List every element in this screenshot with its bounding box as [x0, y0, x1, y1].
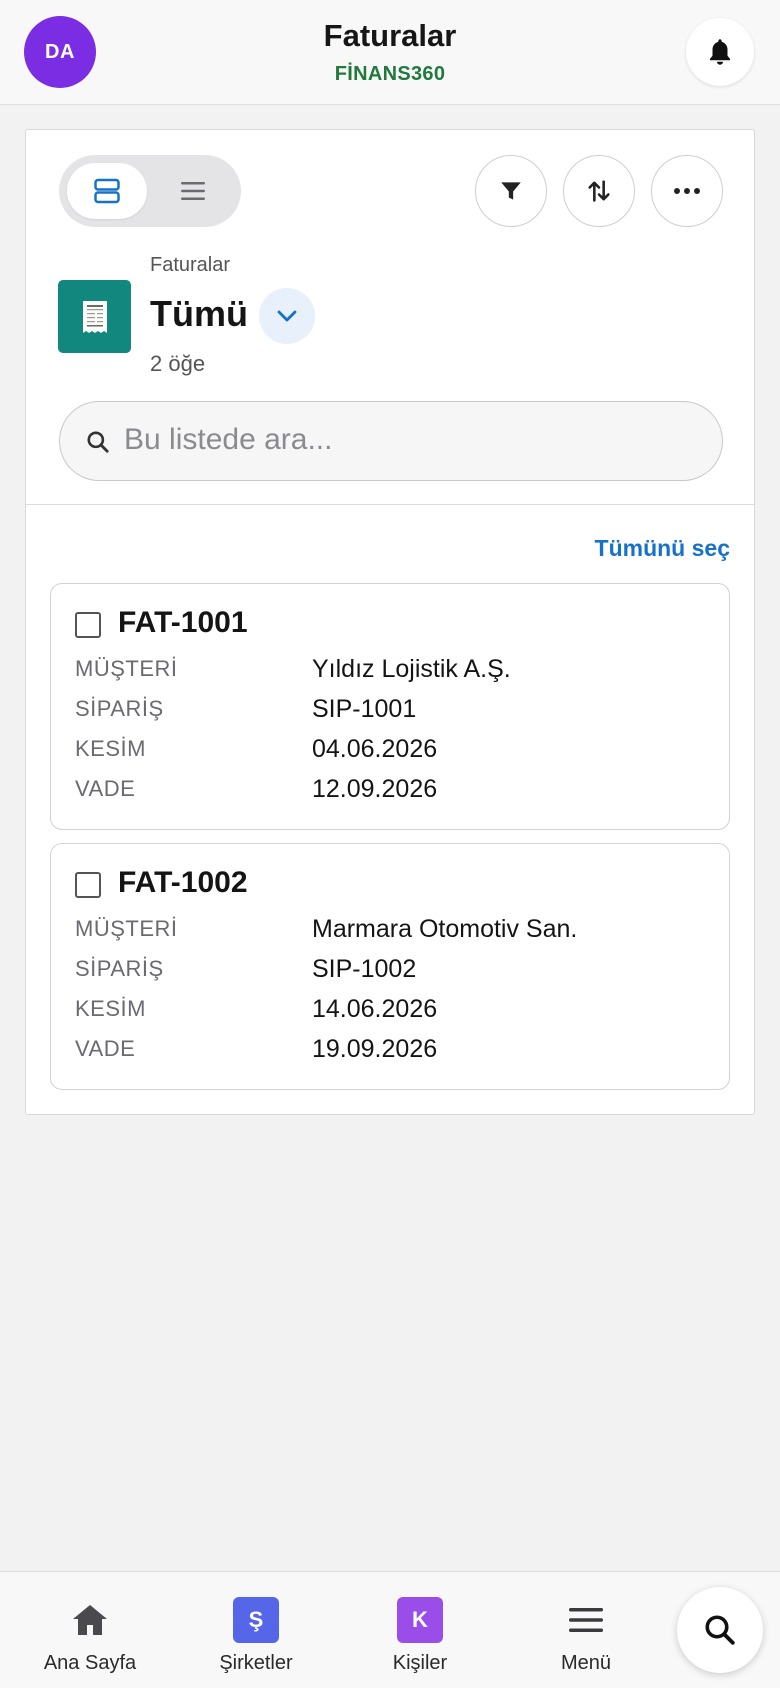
- customer-label: MÜŞTERİ: [75, 656, 178, 681]
- app-header: DA Faturalar FİNANS360: [0, 0, 780, 105]
- nav-label: Menü: [560, 1652, 612, 1674]
- search-box: [59, 401, 723, 481]
- page-title: Faturalar: [323, 18, 457, 53]
- search-icon: [705, 1615, 735, 1645]
- issue-date-value: 14.06.2026: [312, 995, 438, 1023]
- invoice-number: FAT-1001: [118, 606, 248, 639]
- search-input[interactable]: [124, 402, 704, 478]
- due-date-label: VADE: [75, 1036, 136, 1061]
- due-date-value: 19.09.2026: [312, 1035, 438, 1063]
- nav-label: Ana Sayfa: [43, 1652, 137, 1674]
- list-icon: [58, 280, 131, 353]
- view-mode-toggle: [59, 155, 241, 227]
- contacts-icon: K: [397, 1597, 443, 1643]
- invoice-number: FAT-1002: [118, 866, 248, 899]
- home-icon: [73, 1605, 107, 1635]
- issue-date-label: KESİM: [75, 736, 146, 761]
- filter-button[interactable]: [475, 155, 547, 227]
- app-brand: FİNANS360: [334, 63, 446, 85]
- customer-value: Marmara Otomotiv San.: [312, 915, 578, 943]
- nav-label: Kişiler: [392, 1652, 448, 1674]
- chevron-down-icon: [277, 310, 297, 322]
- more-options-button[interactable]: [651, 155, 723, 227]
- bottom-navigation: Ana Sayfa Ş Şirketler K Kişiler Menü: [0, 1571, 780, 1688]
- order-value: SIP-1001: [312, 695, 417, 723]
- list-caption: Faturalar: [150, 254, 231, 276]
- list-view-dropdown[interactable]: [259, 288, 315, 344]
- due-date-label: VADE: [75, 776, 136, 801]
- sort-icon: [588, 180, 610, 202]
- nav-contacts[interactable]: K Kişiler: [340, 1572, 500, 1688]
- order-label: SİPARİŞ: [75, 956, 164, 981]
- search-icon: [87, 431, 109, 453]
- customer-value: Yıldız Lojistik A.Ş.: [312, 655, 511, 683]
- order-value: SIP-1002: [312, 955, 417, 983]
- companies-icon: Ş: [233, 1597, 279, 1643]
- sort-button[interactable]: [563, 155, 635, 227]
- nav-menu[interactable]: Menü: [506, 1572, 666, 1688]
- nav-home[interactable]: Ana Sayfa: [10, 1572, 170, 1688]
- select-all-link[interactable]: Tümünü seç: [595, 535, 730, 562]
- notifications-button[interactable]: [686, 18, 754, 86]
- due-date-value: 12.09.2026: [312, 775, 438, 803]
- list-view-name: Tümü: [150, 293, 248, 334]
- more-icon: [674, 188, 700, 194]
- card-view-icon: [94, 178, 120, 204]
- invoice-checkbox[interactable]: [75, 612, 101, 638]
- invoice-list-panel: Faturalar Tümü 2 öğe Tümünü seç FAT-1001…: [25, 129, 755, 1115]
- global-search-button[interactable]: [677, 1587, 763, 1673]
- issue-date-label: KESİM: [75, 996, 146, 1021]
- hamburger-icon: [569, 1608, 603, 1632]
- list-view-icon: [181, 182, 205, 200]
- invoice-checkbox[interactable]: [75, 872, 101, 898]
- invoices-screen: DA Faturalar FİNANS360 Faturalar Tümü 2 …: [0, 0, 780, 1688]
- receipt-icon: [82, 300, 107, 333]
- invoice-card[interactable]: FAT-1002 MÜŞTERİ Marmara Otomotiv San. S…: [50, 843, 730, 1090]
- card-view-button[interactable]: [67, 163, 147, 219]
- filter-icon: [501, 182, 521, 200]
- customer-label: MÜŞTERİ: [75, 916, 178, 941]
- bell-icon: [709, 39, 731, 65]
- nav-label: Şirketler: [219, 1652, 293, 1674]
- invoice-card[interactable]: FAT-1001 MÜŞTERİ Yıldız Lojistik A.Ş. Sİ…: [50, 583, 730, 830]
- item-count: 2 öğe: [150, 351, 206, 376]
- divider: [26, 504, 754, 505]
- list-view-button[interactable]: [153, 163, 233, 219]
- nav-companies[interactable]: Ş Şirketler: [176, 1572, 336, 1688]
- issue-date-value: 04.06.2026: [312, 735, 438, 763]
- order-label: SİPARİŞ: [75, 696, 164, 721]
